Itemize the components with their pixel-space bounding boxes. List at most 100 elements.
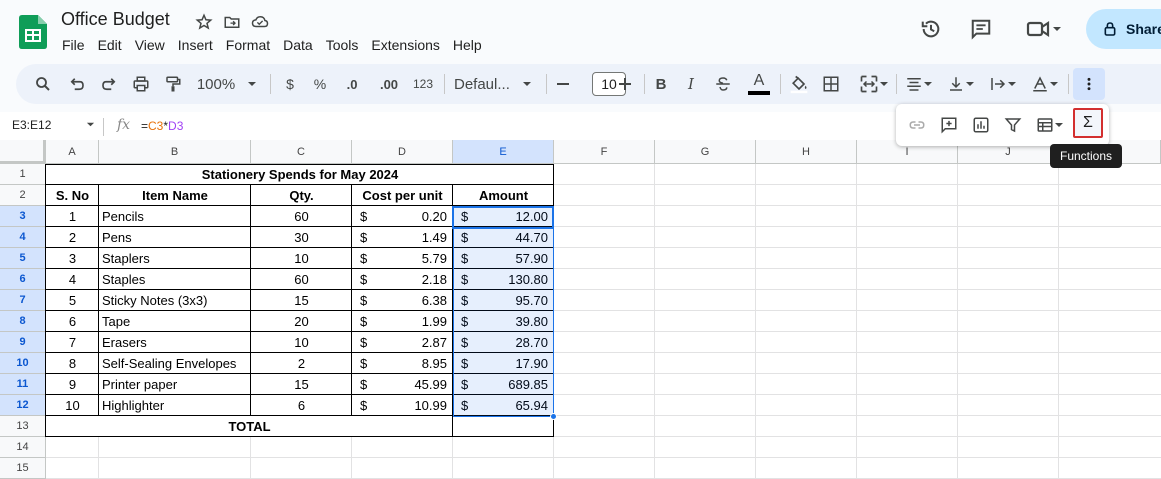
menu-help[interactable]: Help — [453, 37, 482, 53]
cell-qty[interactable]: 30 — [251, 227, 352, 247]
select-all-corner[interactable] — [0, 140, 46, 164]
cell-sno[interactable]: 2 — [46, 227, 99, 247]
cell-qty[interactable]: 6 — [251, 395, 352, 415]
share-button[interactable]: Share — [1086, 9, 1161, 49]
format-percent-button[interactable]: % — [308, 64, 332, 104]
cell-qty[interactable]: 60 — [251, 206, 352, 226]
sheets-logo-icon[interactable] — [19, 15, 47, 49]
column-title-1[interactable]: S. No — [46, 185, 99, 205]
menu-format[interactable]: Format — [226, 37, 270, 53]
zoom-select[interactable]: 100% — [194, 64, 260, 104]
total-amount-cell[interactable] — [453, 416, 554, 436]
row-header-5[interactable]: 5 — [0, 248, 46, 269]
decrease-font-size-button[interactable] — [552, 64, 574, 104]
insert-chart-icon[interactable] — [968, 112, 994, 138]
column-title-5[interactable]: Amount — [453, 185, 554, 205]
cell-sno[interactable]: 6 — [46, 311, 99, 331]
row-header-14[interactable]: 14 — [0, 437, 46, 458]
cell-item-name[interactable]: Staples — [99, 269, 251, 289]
cell-qty[interactable]: 60 — [251, 269, 352, 289]
cell-qty[interactable]: 20 — [251, 311, 352, 331]
menu-view[interactable]: View — [135, 37, 165, 53]
insert-link-icon[interactable] — [904, 112, 930, 138]
total-label[interactable]: TOTAL — [46, 416, 453, 436]
column-title-4[interactable]: Cost per unit — [352, 185, 453, 205]
menu-insert[interactable]: Insert — [178, 37, 213, 53]
more-formats-button[interactable]: 123 — [408, 64, 438, 104]
vertical-align-icon[interactable] — [942, 64, 980, 104]
column-header-d[interactable]: D — [352, 140, 453, 164]
cell-qty[interactable]: 2 — [251, 353, 352, 373]
column-header-g[interactable]: G — [655, 140, 756, 164]
name-box[interactable]: E3:E12 — [12, 118, 51, 132]
text-rotation-icon[interactable] — [1026, 64, 1064, 104]
row-header-15[interactable]: 15 — [0, 458, 46, 479]
column-title-3[interactable]: Qty. — [251, 185, 352, 205]
row-header-3[interactable]: 3 — [0, 206, 46, 227]
cell-item-name[interactable]: Pencils — [99, 206, 251, 226]
cell-sno[interactable]: 8 — [46, 353, 99, 373]
borders-icon[interactable] — [818, 64, 844, 104]
search-menus-icon[interactable] — [30, 64, 56, 104]
cell-item-name[interactable]: Self-Sealing Envelopes — [99, 353, 251, 373]
meet-dropdown-icon[interactable] — [1052, 24, 1062, 34]
cell-qty[interactable]: 10 — [251, 248, 352, 268]
row-header-11[interactable]: 11 — [0, 374, 46, 395]
menu-extensions[interactable]: Extensions — [371, 37, 439, 53]
star-icon[interactable] — [193, 11, 215, 33]
text-color-button[interactable]: A — [746, 64, 772, 104]
row-header-7[interactable]: 7 — [0, 290, 46, 311]
row-header-9[interactable]: 9 — [0, 332, 46, 353]
cell-sno[interactable]: 10 — [46, 395, 99, 415]
cell-item-name[interactable]: Pens — [99, 227, 251, 247]
decrease-decimal-button[interactable]: .0 — [338, 64, 366, 104]
column-header-h[interactable]: H — [756, 140, 857, 164]
spreadsheet-grid[interactable]: A B C D E F G H I J 1 2 3 4 5 6 7 8 9 10 11 12 13 14 15 Stationer… — [0, 140, 1161, 479]
cell-item-name[interactable]: Sticky Notes (3x3) — [99, 290, 251, 310]
italic-button[interactable]: I — [680, 64, 702, 104]
cell-item-name[interactable]: Printer paper — [99, 374, 251, 394]
row-header-13[interactable]: 13 — [0, 416, 46, 437]
cell-qty[interactable]: 15 — [251, 374, 352, 394]
print-icon[interactable] — [128, 64, 154, 104]
cell-qty[interactable]: 15 — [251, 290, 352, 310]
cell-item-name[interactable]: Erasers — [99, 332, 251, 352]
filter-views-icon[interactable] — [1030, 112, 1070, 138]
cell-item-name[interactable]: Highlighter — [99, 395, 251, 415]
more-options-button[interactable] — [1073, 68, 1105, 100]
column-title-2[interactable]: Item Name — [99, 185, 251, 205]
text-wrapping-icon[interactable] — [984, 64, 1022, 104]
bold-button[interactable]: B — [650, 64, 672, 104]
menu-data[interactable]: Data — [283, 37, 313, 53]
insert-comment-icon[interactable] — [936, 112, 962, 138]
paint-format-icon[interactable] — [160, 64, 186, 104]
meet-icon[interactable] — [1022, 14, 1066, 44]
cloud-status-icon[interactable] — [249, 11, 271, 33]
undo-icon[interactable] — [64, 64, 90, 104]
row-header-4[interactable]: 4 — [0, 227, 46, 248]
move-folder-icon[interactable] — [221, 11, 243, 33]
column-header-e[interactable]: E — [453, 140, 554, 164]
column-header-a[interactable]: A — [46, 140, 99, 164]
row-header-10[interactable]: 10 — [0, 353, 46, 374]
row-header-12[interactable]: 12 — [0, 395, 46, 416]
format-currency-button[interactable]: $ — [278, 64, 302, 104]
cell-sno[interactable]: 1 — [46, 206, 99, 226]
cell-sno[interactable]: 5 — [46, 290, 99, 310]
redo-icon[interactable] — [96, 64, 122, 104]
cell-sno[interactable]: 3 — [46, 248, 99, 268]
cell-qty[interactable]: 10 — [251, 332, 352, 352]
name-box-dropdown-icon[interactable] — [86, 120, 95, 129]
menu-tools[interactable]: Tools — [326, 37, 359, 53]
merge-cells-icon[interactable] — [854, 64, 894, 104]
row-header-1[interactable]: 1 — [0, 164, 46, 185]
document-title[interactable]: Office Budget — [61, 9, 170, 30]
menu-file[interactable]: File — [62, 37, 85, 53]
menu-edit[interactable]: Edit — [98, 37, 122, 53]
cell-sno[interactable]: 4 — [46, 269, 99, 289]
row-header-2[interactable]: 2 — [0, 185, 46, 206]
column-header-b[interactable]: B — [99, 140, 251, 164]
horizontal-align-icon[interactable] — [900, 64, 938, 104]
column-header-c[interactable]: C — [251, 140, 352, 164]
row-header-8[interactable]: 8 — [0, 311, 46, 332]
